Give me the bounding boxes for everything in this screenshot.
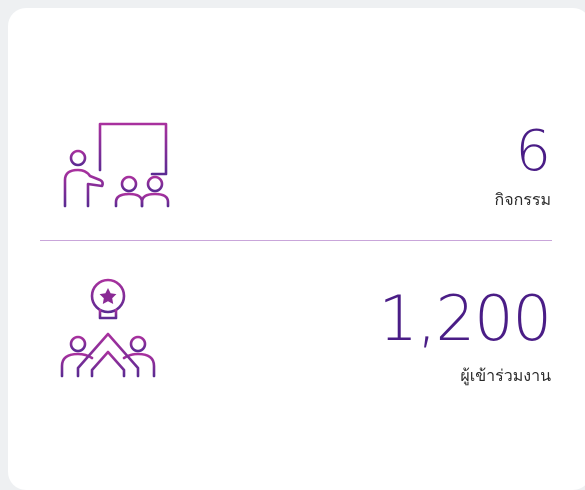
divider [40,240,552,241]
stat-activities: 6 กิจกรรม [8,108,585,218]
stats-card: 6 กิจกรรม 1,200 ผู้เข้าร่วมงาน [8,8,585,490]
activity-label: กิจกรรม [494,190,551,209]
activity-count: 6 [515,119,551,184]
presentation-teacher-icon [63,122,170,208]
participant-count: 1,200 [378,282,552,355]
idea-high-five-icon [60,278,156,378]
participant-label: ผู้เข้าร่วมงาน [460,366,551,385]
stat-participants: 1,200 ผู้เข้าร่วมงาน [8,270,585,390]
